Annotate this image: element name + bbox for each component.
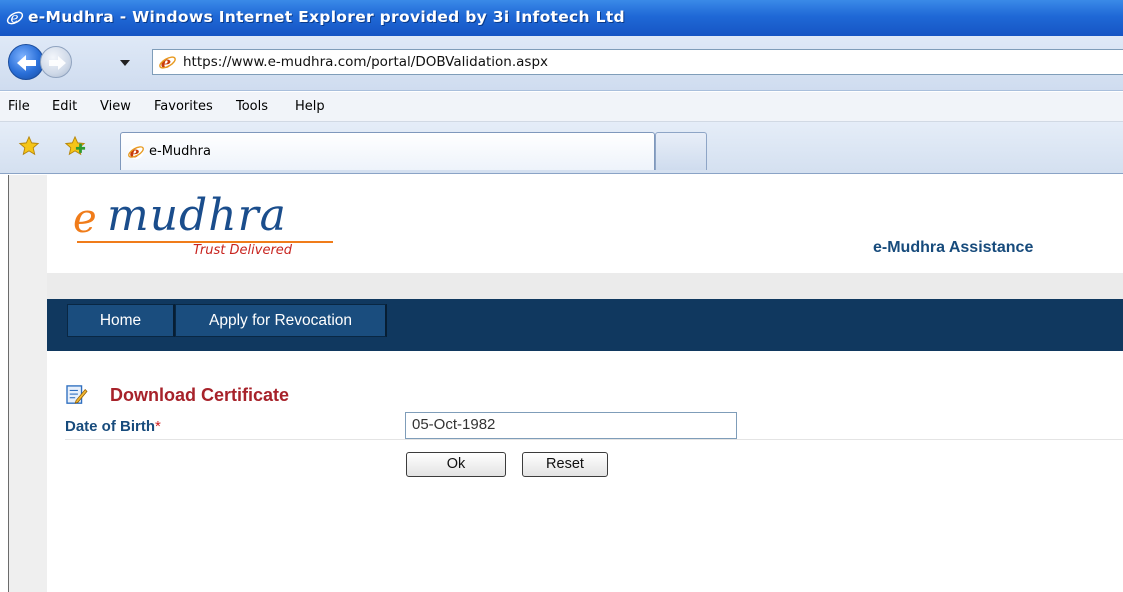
edit-document-icon (66, 385, 88, 404)
new-tab-button[interactable] (655, 132, 707, 170)
reset-button[interactable]: Reset (522, 452, 608, 477)
address-toolbar: e https://www.e-mudhra.com/portal/DOBVal… (0, 36, 1123, 91)
nav-home[interactable]: Home (67, 304, 175, 337)
address-field[interactable]: e https://www.e-mudhra.com/portal/DOBVal… (152, 49, 1123, 75)
dob-label: Date of Birth* (65, 418, 161, 435)
logo-tagline: Trust Delivered (193, 243, 293, 258)
ie-logo-icon: e (6, 11, 24, 27)
svg-text:e: e (161, 53, 171, 72)
dob-label-text: Date of Birth (65, 418, 155, 435)
ie-page-icon: e (128, 143, 144, 161)
menu-view[interactable]: View (100, 99, 131, 114)
assistance-link[interactable]: e-Mudhra Assistance (873, 239, 1033, 257)
logo-wordmark: mudhra (107, 190, 287, 241)
page-gutter (9, 175, 47, 592)
dob-input[interactable]: 05-Oct-1982 (405, 412, 737, 439)
menu-tools[interactable]: Tools (236, 99, 268, 114)
tab-bar: e e-Mudhra (0, 122, 1123, 174)
menu-help[interactable]: Help (295, 99, 325, 114)
ie-page-icon: e (159, 53, 176, 72)
section-title: Download Certificate (110, 385, 290, 405)
nav-apply-for-revocation[interactable]: Apply for Revocation (175, 304, 387, 337)
menu-file[interactable]: File (8, 99, 30, 114)
back-button[interactable] (8, 44, 44, 80)
add-favorite-icon[interactable] (64, 135, 86, 157)
svg-text:e: e (130, 143, 140, 161)
page-content: e mudhra Trust Delivered e-Mudhra Assist… (0, 175, 1123, 592)
header-divider-band (47, 273, 1123, 299)
window-title: e-Mudhra - Windows Internet Explorer pro… (28, 8, 625, 26)
logo-e-mark: e (73, 196, 97, 242)
recent-pages-dropdown-icon[interactable] (120, 60, 130, 66)
tab-label: e-Mudhra (149, 144, 211, 159)
window-title-bar: e e-Mudhra - Windows Internet Explorer p… (0, 0, 1123, 36)
menu-favorites[interactable]: Favorites (154, 99, 213, 114)
required-marker: * (155, 418, 161, 435)
menu-bar: File Edit View Favorites Tools Help (0, 92, 1123, 122)
menu-edit[interactable]: Edit (52, 99, 77, 114)
svg-text:e: e (11, 11, 19, 27)
forward-button[interactable] (40, 46, 72, 78)
form-row-divider (65, 439, 1123, 440)
ok-button[interactable]: Ok (406, 452, 506, 477)
main-nav-bar: Home Apply for Revocation (47, 299, 1123, 351)
forward-arrow-icon (49, 56, 66, 70)
favorites-star-icon[interactable] (18, 135, 40, 157)
url-text: https://www.e-mudhra.com/portal/DOBValid… (183, 54, 549, 70)
tab-e-mudhra[interactable]: e e-Mudhra (120, 132, 655, 170)
